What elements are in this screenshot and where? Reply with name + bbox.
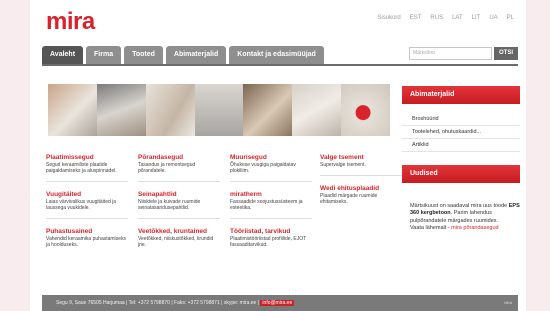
product-item: Tööriistad, tarvikud Plaatimistööriistad… — [230, 228, 312, 248]
product-desc: Tasandus ja remontsegud põrandatele. — [138, 162, 196, 174]
product-item: Valge tsement Supervalge tsement. — [320, 154, 402, 176]
product-desc: Vahendid keraamika puhastamiseks ja hool… — [46, 236, 126, 248]
product-title[interactable]: Veetõkked, kruntained — [138, 228, 220, 235]
product-desc: Fassaadide soojustussüsteem ja esteetika… — [230, 199, 303, 211]
footer-credit: Mira — [504, 300, 512, 305]
product-desc: Supervalge tsement. — [320, 162, 366, 168]
product-desc: Õhukese vuugiga paigaldatav plokiliim. — [230, 162, 296, 174]
tab-abimaterjalid[interactable]: Abimaterjalid — [165, 46, 227, 64]
product-desc: Niisktele ja kuivade ruumide seinatasand… — [138, 199, 201, 211]
main-nav: Avaleht Firma Tooted Abimaterjalid Konta… — [42, 46, 324, 64]
divider — [138, 218, 220, 219]
product-desc: Veetõkked, niiskustõkked, krundid jne. — [138, 236, 214, 248]
divider — [46, 218, 128, 219]
footer: Segu 9, Saue 76505 Harjumaa | Tel: +372 … — [42, 295, 518, 311]
divider — [320, 175, 402, 176]
product-title[interactable]: Vuugitäited — [46, 191, 128, 198]
mira-logo[interactable]: mira — [46, 10, 95, 34]
tab-avaleht[interactable]: Avaleht — [42, 46, 84, 64]
product-title[interactable]: miratherm — [230, 191, 312, 198]
product-item: miratherm Fassaadide soojustussüsteem ja… — [230, 191, 312, 219]
link-brochures[interactable]: Broshüürid — [402, 113, 520, 126]
product-desc: Plaadid märgade ruumide ehitamiseks. — [320, 193, 378, 205]
news-link[interactable]: mira põrandasegud — [451, 225, 498, 231]
materials-links: Broshüürid Tootelehed, ohutuskaardid... … — [402, 113, 520, 152]
product-column-1: Plaatimissegud Segud keraamiliste plaati… — [46, 154, 128, 257]
photo-hands-floor — [145, 84, 195, 136]
footer-contact: Segu 9, Saue 76505 Harjumaa | Tel: +372 … — [56, 300, 261, 306]
divider — [46, 181, 128, 182]
language-bar: Sisukord EST RUS LAT LIT UA PL — [377, 15, 514, 21]
product-title[interactable]: Tööriistad, tarvikud — [230, 228, 312, 235]
materials-header: Abimaterjalid — [402, 86, 520, 104]
lang-lat[interactable]: LAT — [452, 15, 463, 21]
news-text: Märtsikuust on saadaval mira uus toode E… — [410, 203, 520, 232]
product-title[interactable]: Valge tsement — [320, 154, 402, 161]
product-item: Vuugitäited Laias värvivalikus vuugitäit… — [46, 191, 128, 219]
product-title[interactable]: Muurisegud — [230, 154, 312, 161]
product-title[interactable]: Põrandasegud — [138, 154, 220, 161]
tab-kontakt[interactable]: Kontakt ja edasimüüjad — [229, 46, 324, 64]
photo-wall-tiles — [194, 84, 244, 136]
photo-tile-adhesive — [96, 84, 146, 136]
lang-ua[interactable]: UA — [489, 15, 497, 21]
product-title[interactable]: Plaatimissegud — [46, 154, 128, 161]
link-articles[interactable]: Artiklid — [402, 139, 520, 152]
product-item: Seinapahtlid Niisktele ja kuivade ruumid… — [138, 191, 220, 219]
product-title[interactable]: Seinapahtlid — [138, 191, 220, 198]
product-item: Põrandasegud Tasandus ja remontsegud põr… — [138, 154, 220, 182]
divider — [138, 181, 220, 182]
product-item: Wedi ehitusplaadid Plaadid märgade ruumi… — [320, 185, 402, 205]
search-bar: Märksõna OTSI — [408, 47, 518, 60]
lang-pl[interactable]: PL — [507, 15, 514, 21]
photo-grout — [243, 84, 293, 136]
product-item: Muurisegud Õhukese vuugiga paigaldatav p… — [230, 154, 312, 182]
lang-est[interactable]: EST — [410, 15, 422, 21]
nav-underline — [42, 64, 518, 66]
photo-trowel — [48, 84, 97, 136]
product-item: Plaatimissegud Segud keraamiliste plaati… — [46, 154, 128, 182]
photo-spatula — [292, 84, 342, 136]
news-text-1: Märtsikuust on saadaval mira uus toode — [410, 203, 509, 209]
divider — [230, 181, 312, 182]
product-column-2: Põrandasegud Tasandus ja remontsegud põr… — [138, 154, 220, 257]
product-item: Veetõkked, kruntained Veetõkked, niiskus… — [138, 228, 220, 248]
divider — [230, 218, 312, 219]
lang-rus[interactable]: RUS — [430, 15, 443, 21]
product-column-4: Valge tsement Supervalge tsement. Wedi e… — [320, 154, 402, 214]
lang-sisukord[interactable]: Sisukord — [377, 15, 400, 21]
product-desc: Laias värvivalikus vuugitäited ja lausse… — [46, 199, 117, 211]
search-input[interactable]: Märksõna — [408, 47, 492, 60]
product-column-3: Muurisegud Õhukese vuugiga paigaldatav p… — [230, 154, 312, 257]
news-text-3: Vaata lähemalt - — [410, 224, 452, 231]
product-desc: Plaatimistööriistad profiilide, EJOT fas… — [230, 236, 307, 248]
photo-red-tool — [341, 84, 391, 136]
banner-photos — [48, 84, 391, 136]
tab-firma[interactable]: Firma — [86, 46, 122, 64]
product-desc: Segud keraamiliste plaatide paigaldamise… — [46, 162, 117, 174]
page: mira Sisukord EST RUS LAT LIT UA PL Aval… — [30, 0, 526, 311]
product-item: Puhastusained Vahendid keraamika puhasta… — [46, 228, 128, 248]
link-product-sheets[interactable]: Tootelehed, ohutuskaardid... — [402, 126, 520, 139]
product-title[interactable]: Wedi ehitusplaadid — [320, 185, 402, 192]
footer-email-link[interactable]: info@mira.ee — [260, 300, 295, 306]
tab-tooted[interactable]: Tooted — [124, 46, 163, 64]
product-title[interactable]: Puhastusained — [46, 228, 128, 235]
lang-lit[interactable]: LIT — [472, 15, 481, 21]
search-button[interactable]: OTSI — [493, 47, 518, 60]
news-header: Uudised — [402, 165, 520, 183]
